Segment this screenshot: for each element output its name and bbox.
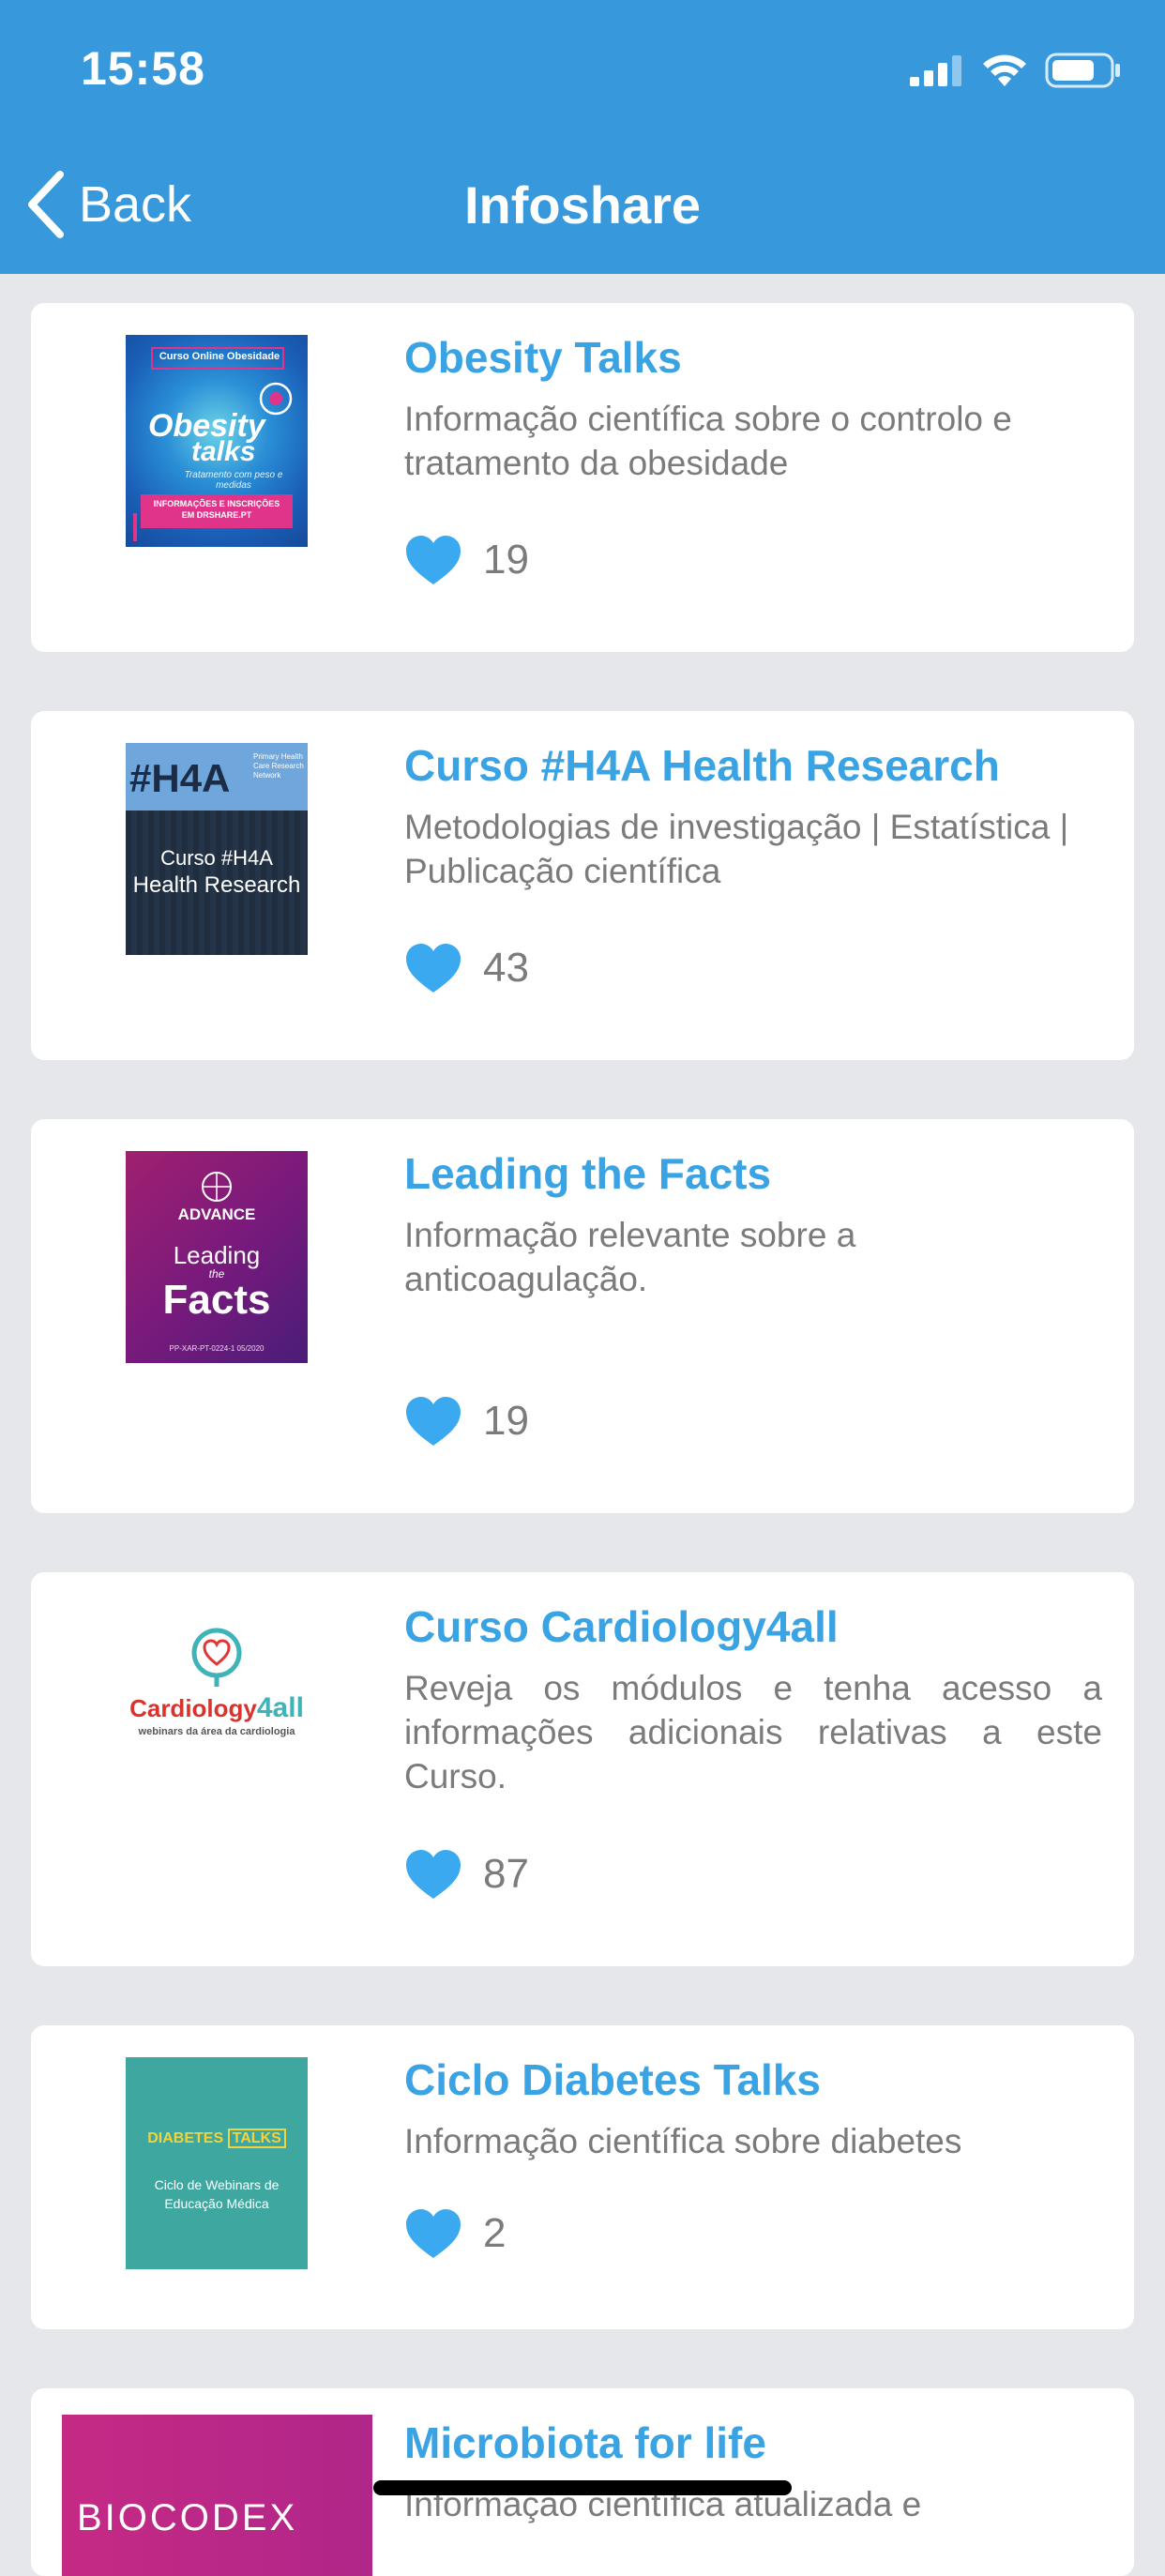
cardiology4all-thumbnail: Cardiology4all webinars da área da cardi… (126, 1627, 308, 1839)
likes: 2 (404, 2207, 506, 2260)
microbiota-thumbnail: BIOCODEX (62, 2415, 372, 2576)
card-body: Curso #H4A Health Research Metodologias … (404, 737, 1102, 993)
likes-count: 19 (483, 1398, 529, 1444)
card-body: Obesity Talks Informação científica sobr… (404, 329, 1102, 584)
item-title[interactable]: Ciclo Diabetes Talks (404, 2052, 1102, 2108)
cellular-signal-icon (910, 55, 961, 86)
navigation-bar: Back Infoshare (0, 141, 1165, 274)
item-title[interactable]: Curso #H4A Health Research (404, 737, 1102, 794)
item-description: Reveja os módulos e tenha acesso a infor… (404, 1669, 1102, 1796)
heart-icon[interactable] (404, 942, 462, 994)
status-icons (910, 53, 1122, 88)
list-item[interactable]: #H4A Primary Health Care Research Networ… (31, 711, 1134, 1060)
home-indicator[interactable] (373, 2480, 792, 2495)
card-body: Leading the Facts Informação relevante s… (404, 1145, 1102, 1446)
likes-count: 2 (483, 2210, 507, 2256)
status-time: 15:58 (81, 42, 205, 95)
item-title[interactable]: Curso Cardiology4all (404, 1599, 1102, 1655)
likes: 19 (404, 534, 529, 586)
h4a-thumbnail: #H4A Primary Health Care Research Networ… (126, 743, 308, 955)
heart-icon[interactable] (404, 1395, 462, 1447)
list-item[interactable]: Cardiology4all webinars da área da cardi… (31, 1572, 1134, 1966)
heart-icon[interactable] (404, 534, 462, 586)
card-body: Curso Cardiology4all Reveja os módulos e… (404, 1599, 1102, 1899)
battery-icon (1045, 53, 1120, 88)
card-body: Microbiota for life Informação científic… (404, 2415, 1102, 2526)
wifi-icon (983, 54, 1026, 86)
item-description: Metodologias de investigação | Estatísti… (404, 808, 1069, 890)
heart-icon[interactable] (404, 1848, 462, 1901)
heart-icon[interactable] (404, 2207, 462, 2260)
likes: 87 (404, 1848, 529, 1901)
list-item[interactable]: Curso Online Obesidade Obesity talks Tra… (31, 303, 1134, 652)
list-item[interactable]: DIABETES TALKS Ciclo de Webinars de Educ… (31, 2025, 1134, 2329)
item-description: Informação científica sobre diabetes (404, 2122, 962, 2160)
likes: 43 (404, 942, 529, 994)
item-description: Informação relevante sobre a anticoagula… (404, 1216, 856, 1298)
likes: 19 (404, 1395, 529, 1447)
likes-count: 87 (483, 1851, 529, 1897)
item-title[interactable]: Leading the Facts (404, 1145, 1102, 1202)
item-title[interactable]: Obesity Talks (404, 329, 1102, 386)
item-title[interactable]: Microbiota for life (404, 2415, 1102, 2471)
card-body: Ciclo Diabetes Talks Informação científi… (404, 2052, 1102, 2258)
page-title: Infoshare (463, 175, 702, 235)
diabetes-talks-thumbnail: DIABETES TALKS Ciclo de Webinars de Educ… (126, 2057, 308, 2269)
list-item[interactable]: ADVANCE Leading the Facts PP-XAR-PT-0224… (31, 1119, 1134, 1513)
obesity-talks-thumbnail: Curso Online Obesidade Obesity talks Tra… (126, 335, 308, 547)
item-description: Informação científica sobre o controlo e… (404, 400, 1012, 482)
status-bar: 15:58 (0, 0, 1165, 141)
likes-count: 43 (483, 945, 529, 991)
likes-count: 19 (483, 537, 529, 583)
leading-the-facts-thumbnail: ADVANCE Leading the Facts PP-XAR-PT-0224… (126, 1151, 308, 1363)
